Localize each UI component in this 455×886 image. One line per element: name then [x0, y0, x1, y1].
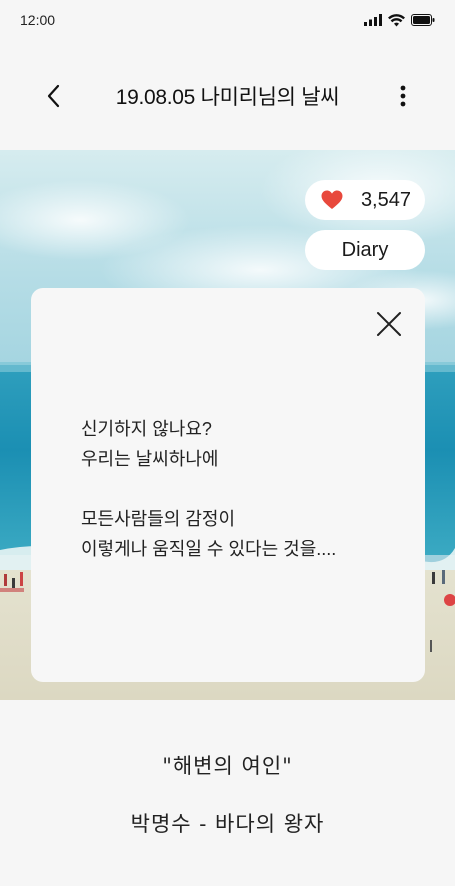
status-bar: 12:00 — [0, 0, 455, 40]
like-count: 3,547 — [360, 188, 411, 211]
close-button[interactable] — [375, 310, 403, 338]
page-title: 19.08.05 나미리님의 날씨 — [115, 86, 340, 109]
screen: 12:00 19.08.05 나미리님의 날씨 3,547 Diary 신기하지… — [0, 0, 455, 886]
status-icons — [364, 13, 435, 27]
battery-icon — [411, 14, 435, 26]
diary-button[interactable]: Diary — [305, 230, 425, 270]
note-text: 신기하지 않나요? 우리는 날씨하나에 모든사람들의 감정이 이렇게나 움직일 … — [81, 419, 337, 559]
signal-icon — [364, 14, 382, 26]
more-vertical-icon — [400, 85, 406, 107]
back-button[interactable] — [40, 82, 68, 110]
song-artist: 박명수 - 바다의 왕자 — [130, 812, 325, 836]
more-options-button[interactable] — [391, 82, 415, 110]
chevron-left-icon — [47, 84, 60, 108]
wifi-icon — [388, 13, 405, 26]
note-card: 신기하지 않나요? 우리는 날씨하나에 모든사람들의 감정이 이렇게나 움직일 … — [31, 288, 425, 682]
heart-icon — [321, 190, 343, 209]
song-title: "해변의 여인" — [162, 754, 293, 778]
like-button[interactable]: 3,547 — [305, 180, 425, 220]
header: 19.08.05 나미리님의 날씨 — [0, 60, 455, 132]
close-icon — [377, 312, 401, 336]
status-time: 12:00 — [20, 12, 56, 28]
